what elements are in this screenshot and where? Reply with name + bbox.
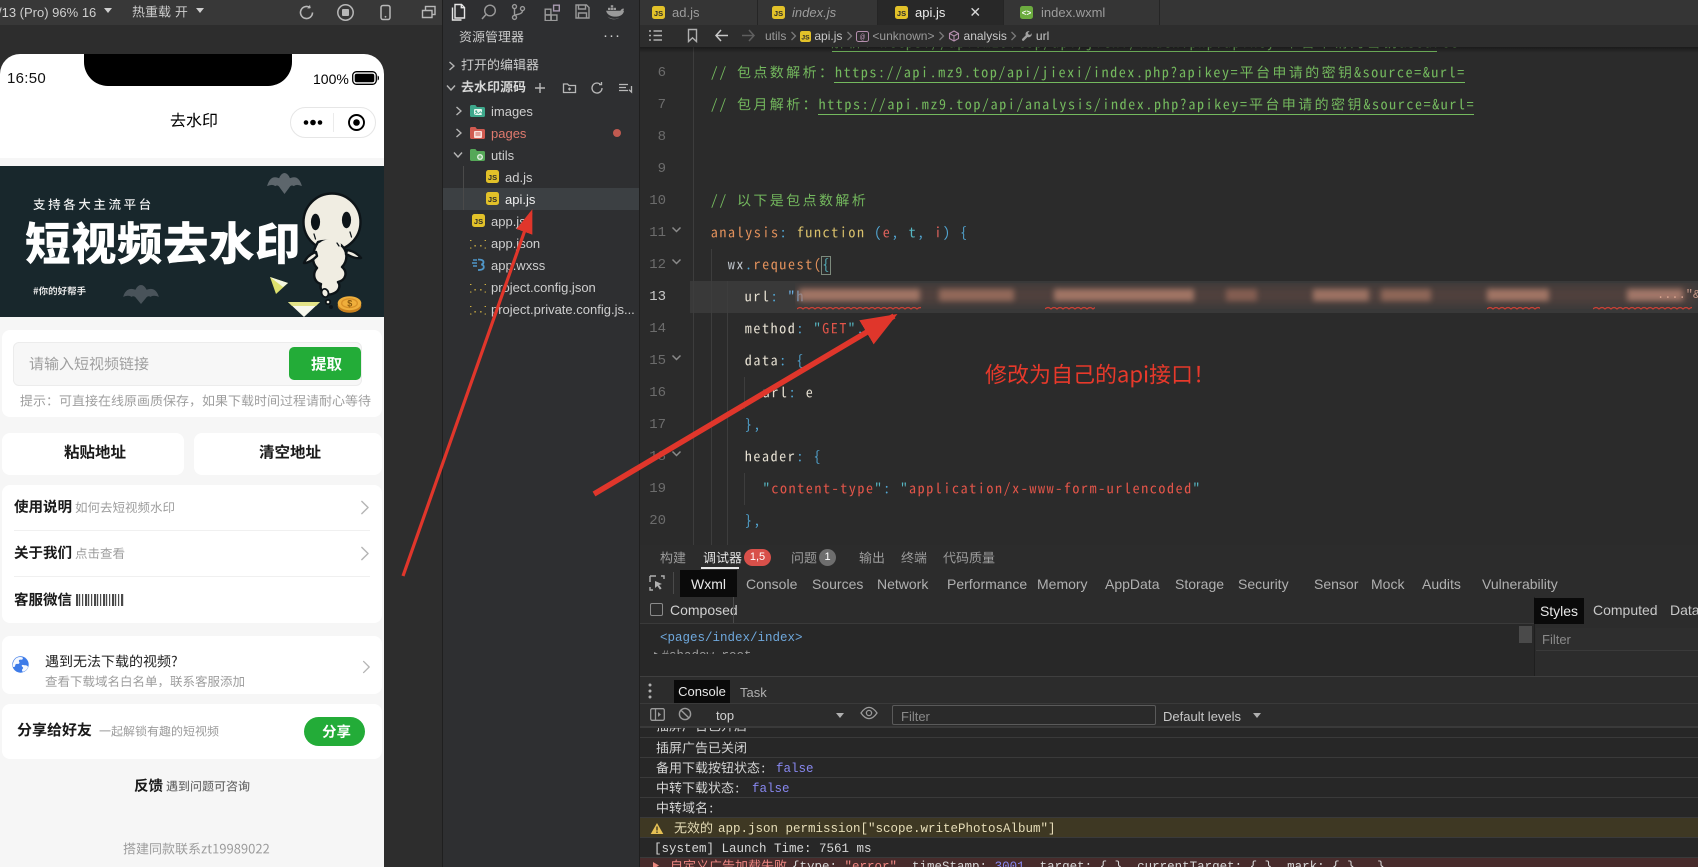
svg-text:JS: JS bbox=[488, 194, 497, 203]
svg-text:@: @ bbox=[860, 34, 865, 43]
svg-text:JS: JS bbox=[474, 216, 483, 225]
svg-text:JS: JS bbox=[897, 9, 906, 18]
svg-text:JS: JS bbox=[654, 9, 663, 18]
svg-text:{..}: {..} bbox=[470, 304, 486, 315]
svg-text:JS: JS bbox=[488, 172, 497, 181]
svg-text:<>: <> bbox=[1022, 10, 1032, 19]
svg-text:JS: JS bbox=[774, 9, 783, 18]
svg-text:JS: JS bbox=[801, 34, 810, 41]
svg-text:{..}: {..} bbox=[470, 238, 486, 249]
svg-text:{..}: {..} bbox=[470, 282, 486, 293]
